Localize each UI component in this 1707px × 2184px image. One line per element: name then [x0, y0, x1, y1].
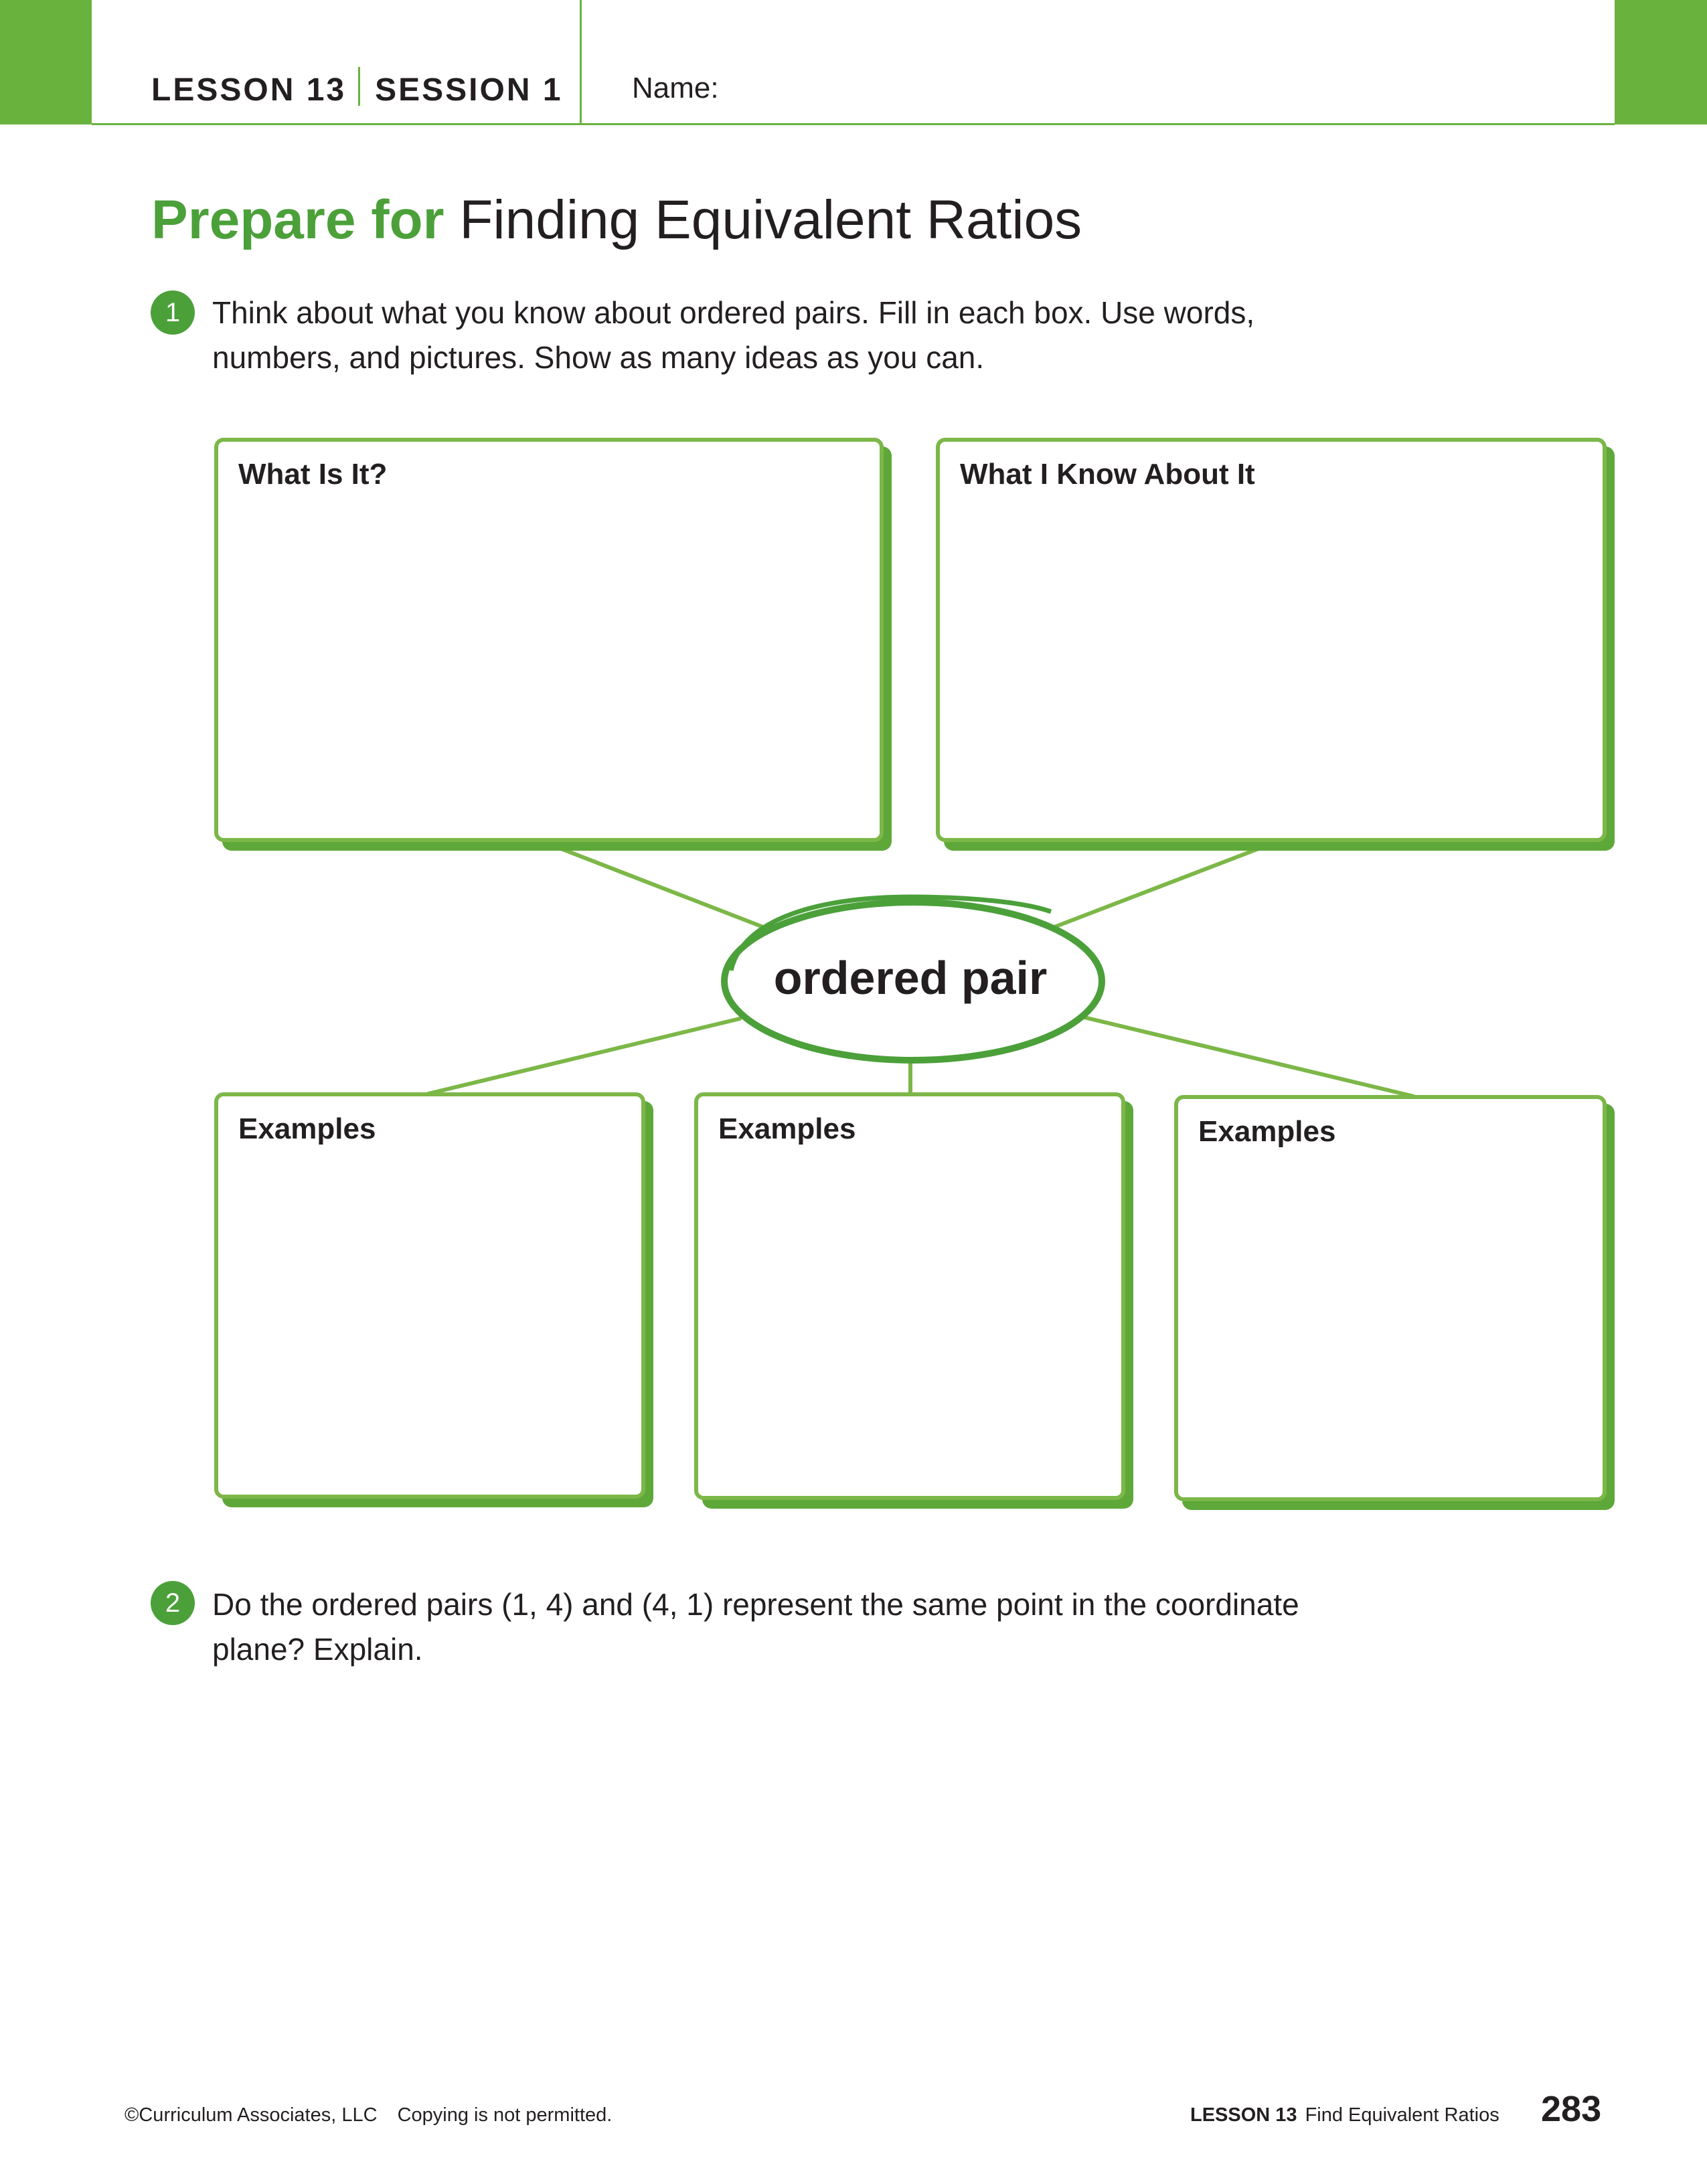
box-examples-1[interactable]: Examples: [214, 1092, 653, 1507]
box-examples-3[interactable]: Examples: [1174, 1095, 1615, 1510]
connector-what-i-know: [1052, 847, 1261, 929]
footer-copyright: ©Curriculum Associates, LLC Copying is no…: [125, 2104, 612, 2126]
question-2-number: 2: [151, 1581, 195, 1625]
page-number: 283: [1541, 2089, 1602, 2129]
connector-examples-3: [1082, 1015, 1416, 1098]
copyright-text: ©Curriculum Associates, LLC: [125, 2104, 378, 2126]
center-concept-label: ordered pair: [773, 952, 1048, 1004]
question-2-line-1: Do the ordered pairs (1, 4) and (4, 1) r…: [212, 1587, 1299, 1622]
box-face: [936, 438, 1607, 842]
box-what-is-it[interactable]: What Is It?: [214, 438, 892, 851]
box-face: [214, 438, 884, 842]
footer-lesson-label: LESSON 13: [1190, 2104, 1297, 2126]
box-what-i-know-label: What I Know About It: [960, 458, 1255, 491]
box-face: [694, 1092, 1125, 1500]
box-examples-3-label: Examples: [1198, 1115, 1336, 1148]
box-examples-1-label: Examples: [238, 1112, 376, 1145]
box-what-is-it-label: What Is It?: [238, 458, 388, 491]
copy-notice: Copying is not permitted.: [397, 2104, 613, 2126]
box-examples-2[interactable]: Examples: [694, 1092, 1133, 1509]
box-examples-2-label: Examples: [718, 1112, 856, 1145]
box-what-i-know[interactable]: What I Know About It: [936, 438, 1615, 851]
footer-lesson: LESSON 13 Find Equivalent Ratios: [1190, 2104, 1499, 2126]
box-face: [1174, 1095, 1607, 1501]
footer-lesson-title: Find Equivalent Ratios: [1305, 2104, 1499, 2126]
connector-examples-1: [426, 1017, 742, 1096]
box-face: [214, 1092, 645, 1499]
connector-what-is-it: [559, 847, 765, 929]
question-2-text: Do the ordered pairs (1, 4) and (4, 1) r…: [212, 1582, 1417, 1672]
question-2-line-2: plane? Explain.: [212, 1632, 423, 1667]
